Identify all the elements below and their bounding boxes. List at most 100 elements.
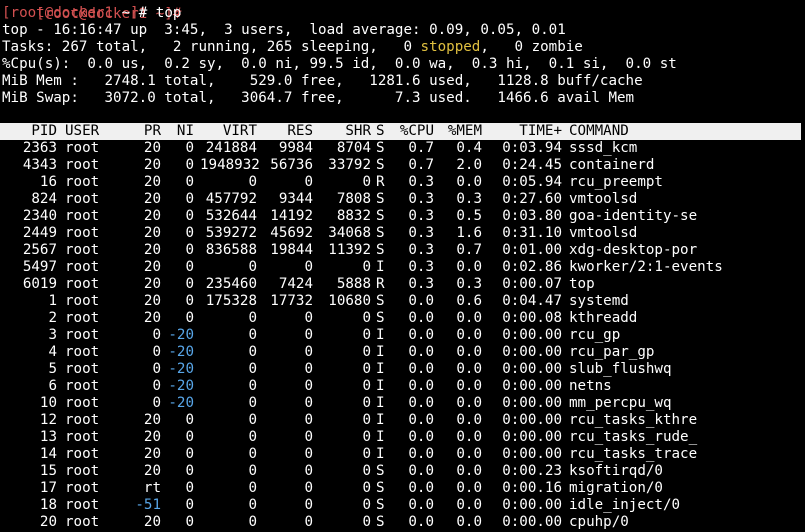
process-time: 0:00.00 [502, 395, 562, 411]
process-cpu: 0.0 [408, 412, 434, 428]
process-row[interactable]: 824 root 20 0 457792 9344 7808 S 0.3 0.3 0:27.60 vm… [0, 191, 805, 208]
process-ni: 0 [185, 310, 194, 326]
process-user: root [65, 293, 100, 309]
column-header-pid[interactable]: PID [2, 123, 57, 140]
terminal-window[interactable]: [root@docker1 ~]# [root@docker1 ~]# top … [0, 0, 805, 532]
mem-line: MiB Mem : 2748.1 total, 529.0 free, 1281… [2, 73, 643, 89]
process-row[interactable]: 6 root 0 -20 0 0 0 I 0.0 0.0 0:00.00 netns [0, 378, 805, 395]
column-header-command[interactable]: COMMAND [569, 123, 799, 140]
process-virt: 836588 [205, 242, 257, 258]
process-command: containerd [569, 157, 655, 173]
process-mem: 0.3 [456, 276, 482, 292]
process-mem: 0.6 [456, 293, 482, 309]
process-row[interactable]: 20 root 20 0 0 0 0 S 0.0 0.0 0:00.00 cpuhp/0 [0, 514, 805, 531]
process-row[interactable]: 2363 root 20 0 241884 9984 8704 S 0.7 0.4 0:03.94 s… [0, 140, 805, 157]
process-pr: 0 [152, 327, 161, 343]
process-row[interactable]: 13 root 20 0 0 0 0 I 0.0 0.0 0:00.00 rcu_tasks_rude… [0, 429, 805, 446]
column-header-res[interactable]: RES [260, 123, 313, 140]
process-state: S [376, 242, 385, 258]
process-ni: -20 [168, 327, 194, 343]
process-user: root [65, 276, 100, 292]
process-shr: 0 [362, 395, 371, 411]
process-pr: 20 [143, 412, 161, 428]
process-time: 0:00.16 [502, 480, 562, 496]
process-state: S [376, 480, 385, 496]
process-mem: 0.0 [456, 344, 482, 360]
process-row[interactable]: 16 root 20 0 0 0 0 R 0.3 0.0 0:05.94 rcu_preempt [0, 174, 805, 191]
process-row[interactable]: 5497 root 20 0 0 0 0 I 0.3 0.0 0:02.86 kworker/2:1-… [0, 259, 805, 276]
process-user: root [65, 259, 100, 275]
column-header-ni[interactable]: NI [163, 123, 194, 140]
process-state: I [376, 446, 385, 462]
process-row[interactable]: 14 root 20 0 0 0 0 I 0.0 0.0 0:00.00 rcu_tasks_trac… [0, 446, 805, 463]
process-ni: 0 [185, 208, 194, 224]
process-pid: 17 [39, 480, 57, 496]
process-virt: 0 [248, 327, 257, 343]
process-time: 0:00.00 [502, 344, 562, 360]
process-state: I [376, 378, 385, 394]
column-header-virt[interactable]: VIRT [200, 123, 257, 140]
process-res: 0 [304, 463, 313, 479]
process-time: 0:00.00 [502, 446, 562, 462]
process-res: 17732 [270, 293, 313, 309]
process-ni: 0 [185, 242, 194, 258]
process-pr: 0 [152, 344, 161, 360]
process-row[interactable]: 2567 root 20 0 836588 19844 11392 S 0.3 0.7 0:01.0… [0, 242, 805, 259]
process-row[interactable]: 10 root 0 -20 0 0 0 I 0.0 0.0 0:00.00 mm_percpu_wq [0, 395, 805, 412]
process-command: vmtoolsd [569, 225, 638, 241]
process-ni: 0 [185, 140, 194, 156]
process-mem: 0.5 [456, 208, 482, 224]
process-cpu: 0.0 [408, 361, 434, 377]
process-row[interactable]: 17 root rt 0 0 0 0 S 0.0 0.0 0:00.16 migration/0 [0, 480, 805, 497]
process-time: 0:00.00 [502, 514, 562, 530]
process-row[interactable]: 2 root 20 0 0 0 0 S 0.0 0.0 0:00.08 kthreadd [0, 310, 805, 327]
process-res: 0 [304, 327, 313, 343]
process-row[interactable]: 1 root 20 0 175328 17732 10680 S 0.0 0.6 0:04.47 sy… [0, 293, 805, 310]
process-pid: 4 [48, 344, 57, 360]
process-cpu: 0.0 [408, 429, 434, 445]
process-virt: 0 [248, 259, 257, 275]
process-shr: 0 [362, 497, 371, 513]
process-row[interactable]: 15 root 20 0 0 0 0 S 0.0 0.0 0:00.23 ksoftirqd/0 [0, 463, 805, 480]
process-pid: 12 [39, 412, 57, 428]
process-time: 0:05.94 [502, 174, 562, 190]
column-header-user[interactable]: USER [65, 123, 135, 140]
process-user: root [65, 242, 100, 258]
process-row[interactable]: 3 root 0 -20 0 0 0 I 0.0 0.0 0:00.00 rcu_gp [0, 327, 805, 344]
process-row[interactable]: 12 root 20 0 0 0 0 I 0.0 0.0 0:00.00 rcu_tasks_kthr… [0, 412, 805, 429]
process-pid: 2 [48, 310, 57, 326]
process-command: slub_flushwq [569, 361, 672, 377]
column-header-shr[interactable]: SHR [316, 123, 371, 140]
process-row[interactable]: 2449 root 20 0 539272 45692 34068 S 0.3 1.6 0:31.1… [0, 225, 805, 242]
process-res: 45692 [270, 225, 313, 241]
process-pr: 20 [143, 310, 161, 326]
process-command: rcu_preempt [569, 174, 663, 190]
process-user: root [65, 429, 100, 445]
process-row[interactable]: 2340 root 20 0 532644 14192 8832 S 0.3 0.5 0:03.80… [0, 208, 805, 225]
process-shr: 8832 [336, 208, 371, 224]
process-virt: 0 [248, 497, 257, 513]
process-pid: 18 [39, 497, 57, 513]
process-cpu: 0.0 [408, 395, 434, 411]
process-row[interactable]: 18 root -51 0 0 0 0 S 0.0 0.0 0:00.00 idle_inject/0 [0, 497, 805, 514]
process-state: R [376, 174, 385, 190]
process-cpu: 0.0 [408, 378, 434, 394]
column-header-state[interactable]: S [376, 123, 388, 140]
process-pr: 20 [143, 191, 161, 207]
column-header-cpu[interactable]: %CPU [390, 123, 434, 140]
column-header-mem[interactable]: %MEM [436, 123, 482, 140]
process-table-header[interactable]: PID USER PR NI VIRT RES SHR S %CPU %MEM … [0, 123, 801, 140]
process-virt: 1948932 [200, 157, 260, 173]
process-row[interactable]: 5 root 0 -20 0 0 0 I 0.0 0.0 0:00.00 slub_flushwq [0, 361, 805, 378]
column-header-pr[interactable]: PR [130, 123, 161, 140]
process-user: root [65, 514, 100, 530]
process-res: 0 [304, 174, 313, 190]
process-ni: 0 [185, 429, 194, 445]
process-row[interactable]: 4343 root 20 0 1948932 56736 33792 S 0.7 2.0 0:24.… [0, 157, 805, 174]
process-res: 9344 [278, 191, 313, 207]
process-virt: 235460 [205, 276, 257, 292]
process-row[interactable]: 4 root 0 -20 0 0 0 I 0.0 0.0 0:00.00 rcu_par_gp [0, 344, 805, 361]
process-state: I [376, 429, 385, 445]
process-row[interactable]: 6019 root 20 0 235460 7424 5888 R 0.3 0.3 0:00.07 t… [0, 276, 805, 293]
column-header-time[interactable]: TIME+ [490, 123, 562, 140]
